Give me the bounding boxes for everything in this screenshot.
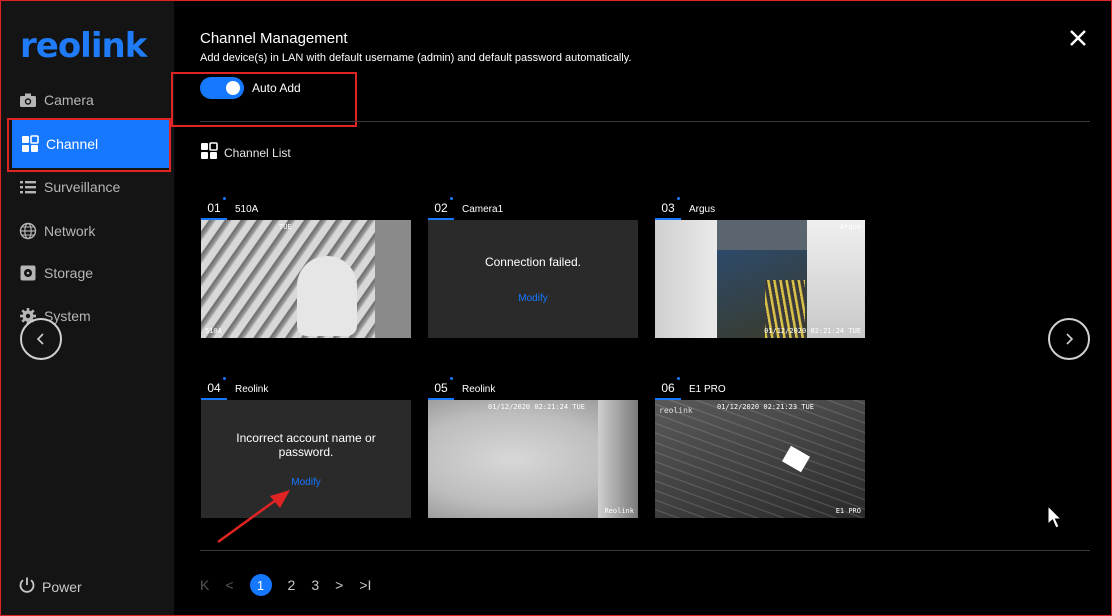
preview-ceiling — [655, 400, 865, 518]
channel-card-05[interactable]: 05 Reolink 01/12/2020 02:21:24 TUE Reoli… — [428, 377, 638, 518]
osd-bottom: Reolink — [604, 507, 634, 515]
channel-name: 510A — [235, 204, 259, 215]
sidebar-item-storage[interactable]: Storage — [0, 253, 174, 293]
error-message: Incorrect account name or password. — [236, 430, 376, 459]
mouse-cursor-icon — [1047, 504, 1063, 529]
channel-card-header: 05 Reolink — [428, 377, 638, 400]
sidebar: reolink Camera Channel Surveillance Netw… — [0, 0, 174, 616]
preview-wall — [375, 220, 411, 338]
first-page-button[interactable]: K — [200, 577, 209, 593]
sidebar-item-camera[interactable]: Camera — [0, 80, 174, 120]
osd-top: 01/12/2020 02:21:24 TUE — [488, 403, 585, 411]
osd-bottom: 01/12/2020 02:21:24 TUE — [764, 327, 861, 335]
channel-number: 05 — [428, 377, 454, 400]
last-page-button[interactable]: >I — [359, 577, 371, 593]
channel-name: Reolink — [235, 384, 269, 395]
next-page-button[interactable]: > — [335, 577, 343, 593]
channel-number: 06 — [655, 377, 681, 400]
osd-top: 01/12/2020 02:21:23 TUE — [717, 403, 814, 411]
osd-bottom: E1 PRO — [835, 507, 861, 515]
annotation-arrow-icon — [217, 490, 290, 544]
page-1-button[interactable]: 1 — [249, 574, 272, 596]
channel-card-header: 06 E1 PRO — [655, 377, 865, 400]
channel-card-01[interactable]: 01 510A TUE 510A — [201, 197, 411, 338]
channel-card-header: 03 Argus — [655, 197, 865, 220]
error-message: Connection failed. — [484, 254, 582, 269]
channel-card-02[interactable]: 02 Camera1 Connection failed. Modify — [428, 197, 638, 338]
channel-list-title: Channel List — [224, 145, 291, 160]
sidebar-item-label: Surveillance — [44, 179, 121, 195]
channel-number: 01 — [201, 197, 227, 220]
camera-preview[interactable]: TUE 510A — [201, 220, 411, 338]
chevron-right-icon — [1066, 333, 1074, 345]
channel-name: Camera1 — [462, 204, 504, 215]
channel-name: E1 PRO — [689, 384, 726, 395]
modify-link[interactable]: Modify — [518, 293, 547, 304]
osd-top: Argus — [839, 223, 861, 231]
prev-page-arrow-button[interactable] — [20, 318, 62, 360]
channel-card-header: 04 Reolink — [201, 377, 411, 400]
divider — [200, 121, 1090, 122]
channel-list-header: Channel List — [200, 142, 291, 163]
osd-bottom: 510A — [205, 327, 222, 335]
power-icon — [18, 576, 36, 597]
camera-preview-error: Connection failed. Modify — [428, 220, 638, 338]
channel-name: Argus — [689, 204, 716, 215]
page-subtitle: Add device(s) in LAN with default userna… — [200, 52, 632, 64]
sidebar-item-label: Network — [44, 223, 96, 239]
sidebar-item-label: Camera — [44, 92, 94, 108]
power-label: Power — [42, 578, 82, 595]
sidebar-item-label: Storage — [44, 265, 94, 281]
channel-name: Reolink — [462, 384, 496, 395]
channel-number: 02 — [428, 197, 454, 220]
globe-icon — [18, 221, 38, 241]
camera-preview[interactable]: Argus 01/12/2020 02:21:24 TUE — [655, 220, 865, 338]
camera-preview[interactable]: reolink 01/12/2020 02:21:23 TUE E1 PRO — [655, 400, 865, 518]
osd-logo: reolink — [659, 406, 693, 415]
pagination: K < 1 2 3 > >I — [200, 574, 387, 596]
page-3-button[interactable]: 3 — [311, 577, 319, 593]
annotation-box-auto-add — [171, 72, 357, 127]
preview-panel — [655, 220, 717, 338]
channel-card-03[interactable]: 03 Argus Argus 01/12/2020 02:21:24 TUE — [655, 197, 865, 338]
annotation-box-channel — [7, 118, 171, 172]
divider — [200, 550, 1090, 551]
list-icon — [18, 177, 38, 197]
prev-page-button[interactable]: < — [225, 577, 233, 593]
channel-grid-icon — [200, 142, 218, 163]
reolink-logo: reolink — [20, 26, 147, 66]
next-page-arrow-button[interactable] — [1048, 318, 1090, 360]
camera-preview[interactable]: 01/12/2020 02:21:24 TUE Reolink — [428, 400, 638, 518]
sidebar-item-network[interactable]: Network — [0, 211, 174, 251]
osd-top: TUE — [279, 223, 292, 231]
channel-number: 04 — [201, 377, 227, 400]
channel-card-header: 01 510A — [201, 197, 411, 220]
close-button[interactable] — [1066, 26, 1090, 50]
preview-wall — [598, 400, 638, 518]
close-icon — [1070, 30, 1086, 46]
chevron-left-icon — [36, 333, 44, 345]
channel-card-06[interactable]: 06 E1 PRO reolink 01/12/2020 02:21:23 TU… — [655, 377, 865, 518]
preview-person — [807, 220, 865, 338]
sidebar-item-surveillance[interactable]: Surveillance — [0, 167, 174, 207]
power-button[interactable]: Power — [18, 576, 82, 597]
channel-number: 03 — [655, 197, 681, 220]
camera-icon — [18, 90, 38, 110]
storage-icon — [18, 263, 38, 283]
page-2-button[interactable]: 2 — [288, 577, 296, 593]
modify-link[interactable]: Modify — [291, 477, 320, 488]
channel-card-header: 02 Camera1 — [428, 197, 638, 220]
page-title: Channel Management — [200, 30, 348, 47]
preview-object — [297, 256, 357, 336]
